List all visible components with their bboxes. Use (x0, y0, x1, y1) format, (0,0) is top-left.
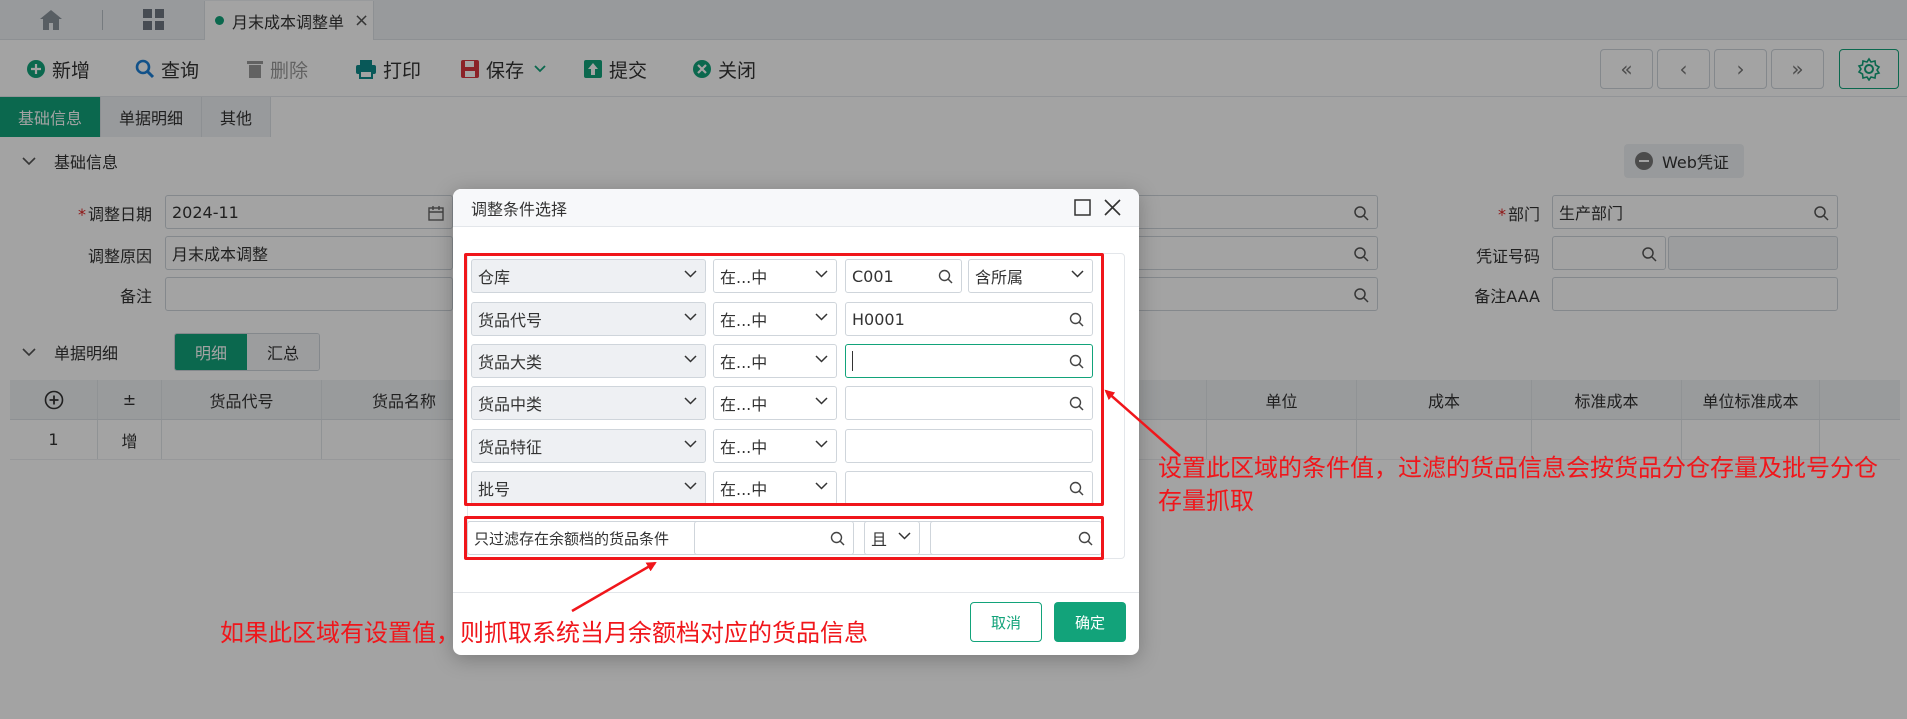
bottom-annotation-arrow (571, 561, 657, 613)
annotation-arrows (571, 389, 1181, 613)
right-annotation-text: 设置此区域的条件值，过滤的货品信息会按货品分仓存量及批号分仓存量抓取 (1158, 454, 1878, 515)
right-annotation-arrow (1104, 389, 1181, 457)
bottom-annotation-text: 如果此区域有设置值，则抓取系统当月余额档对应的货品信息 (220, 619, 868, 647)
